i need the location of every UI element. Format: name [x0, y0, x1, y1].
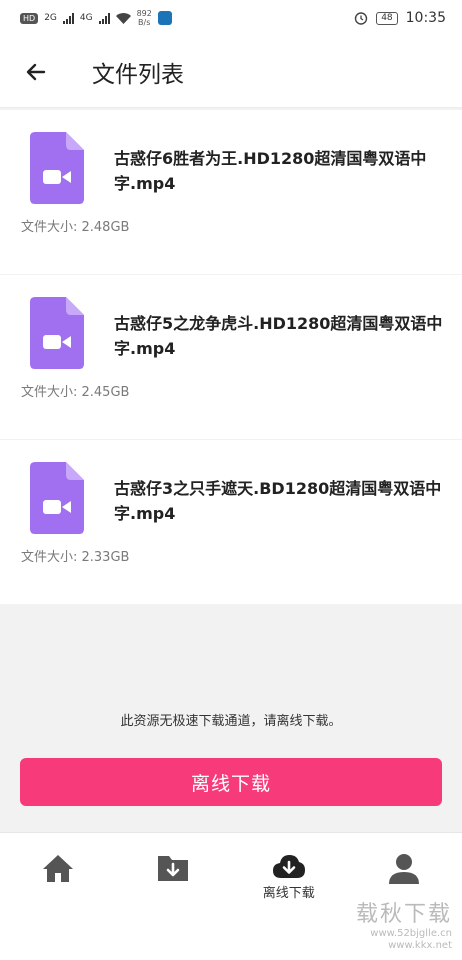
file-size: 文件大小: 2.48GB	[21, 220, 130, 235]
signal-icon	[98, 12, 110, 24]
file-item[interactable]: 古惑仔6胜者为王.HD1280超清国粤双语中字.mp4 文件大小: 2.48GB	[0, 110, 462, 274]
back-button[interactable]	[0, 36, 72, 108]
watermark-text: 载秋下载	[355, 902, 452, 927]
arrow-left-icon	[26, 63, 46, 80]
battery-level: 48	[381, 12, 393, 23]
no-fast-channel-notice: 此资源无极速下载通道，请离线下载。	[120, 714, 342, 729]
watermark: 载秋下载 www.52bjglle.cn www.kkx.net	[356, 896, 452, 952]
home-icon	[42, 855, 73, 882]
video-file-icon	[30, 132, 84, 204]
speed-value: 892	[136, 9, 152, 18]
tab-label: 离线下载	[262, 886, 315, 901]
offline-download-button[interactable]: 离线下载	[20, 758, 442, 806]
file-name: 古惑仔5之龙争虎斗.HD1280超清国粤双语中字.mp4	[114, 314, 443, 358]
file-name: 古惑仔6胜者为王.HD1280超清国粤双语中字.mp4	[114, 149, 427, 193]
sim2-label: 4G	[79, 13, 93, 23]
tab-home[interactable]	[0, 833, 116, 960]
hd-indicator: HD	[20, 12, 39, 24]
app-bar: 文件列表	[0, 36, 462, 108]
network-speed: 892 B/s	[137, 9, 152, 27]
signal-icon	[62, 12, 74, 24]
watermark-site: www.52bjglle.cn	[370, 928, 452, 939]
folder-download-icon	[158, 856, 189, 881]
file-item[interactable]: 古惑仔3之只手遮天.BD1280超清国粤双语中字.mp4 文件大小: 2.33G…	[0, 440, 462, 604]
status-left: HD 2G 4G 892 B/s	[20, 9, 172, 27]
status-right: 48 10:35	[354, 10, 446, 26]
video-file-icon	[30, 297, 84, 369]
page-title: 文件列表	[92, 61, 184, 88]
file-item[interactable]: 古惑仔5之龙争虎斗.HD1280超清国粤双语中字.mp4 文件大小: 2.45G…	[0, 275, 462, 439]
file-name: 古惑仔3之只手遮天.BD1280超清国粤双语中字.mp4	[114, 479, 442, 523]
speed-unit: B/s	[138, 18, 151, 27]
clock: 10:35	[405, 10, 446, 26]
file-size: 文件大小: 2.45GB	[21, 385, 130, 400]
file-size: 文件大小: 2.33GB	[21, 550, 130, 565]
watermark-site: www.kkx.net	[388, 940, 452, 951]
tab-offline-download[interactable]: 离线下载	[231, 833, 347, 960]
video-file-icon	[30, 462, 84, 534]
tab-downloads[interactable]	[116, 833, 232, 960]
status-bar: HD 2G 4G 892 B/s 48 10:35	[0, 0, 462, 36]
battery-icon: 48	[376, 11, 398, 25]
wifi-icon	[115, 12, 131, 24]
cloud-download-icon	[272, 855, 305, 878]
app-notification-icon	[157, 11, 172, 25]
sim1-label: 2G	[44, 13, 57, 23]
alarm-icon	[354, 12, 368, 25]
user-icon	[389, 854, 420, 884]
